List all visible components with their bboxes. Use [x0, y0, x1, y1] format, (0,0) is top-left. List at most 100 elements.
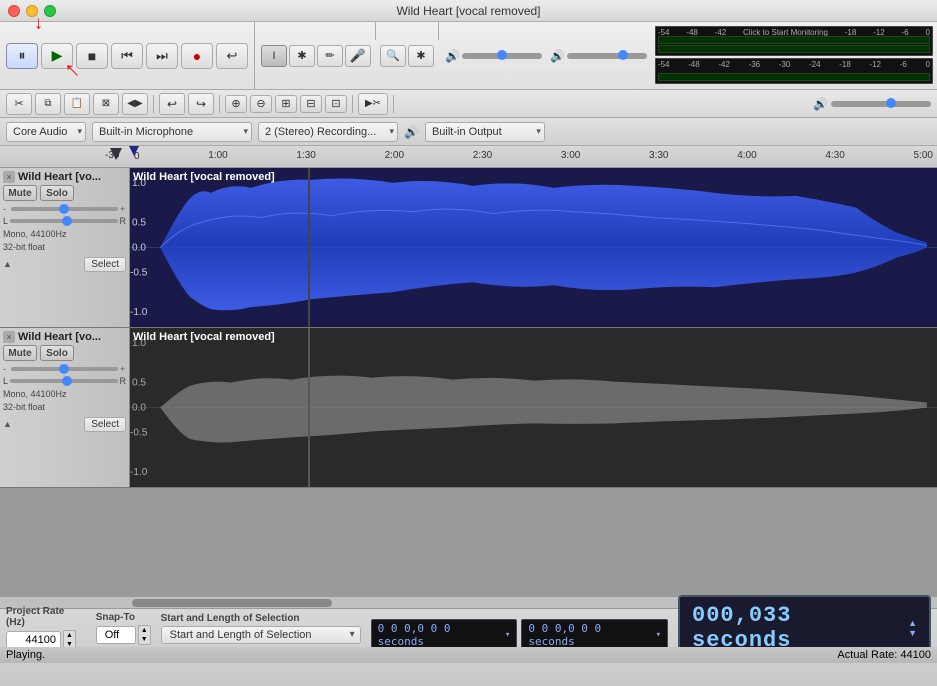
record-button[interactable]: ●	[181, 43, 213, 69]
track-2-right-label: R	[120, 376, 127, 386]
stop-button[interactable]: ■	[76, 43, 108, 69]
time-display-stepper[interactable]: ▲ ▼	[908, 618, 917, 638]
track-1-gain-slider[interactable]	[11, 207, 118, 211]
playback-volume-slider[interactable]	[831, 101, 931, 107]
track-2-select-button[interactable]: Select	[84, 417, 126, 432]
edit-toolbar: ✂ ⧉ 📋 ⊠ ◀▶ ↩ ↪ ⊕ ⊖ ⊞ ⊟ ⊡ ▶✂ 🔊	[0, 90, 937, 118]
play-button[interactable]: ▶ ↑	[41, 43, 73, 69]
reverse-button[interactable]: ◀▶	[122, 93, 148, 115]
ruler-mark-neg30: -30	[105, 150, 119, 161]
titlebar-buttons[interactable]	[8, 5, 56, 17]
scrollbar-thumb[interactable]	[132, 599, 332, 607]
maximize-button[interactable]	[44, 5, 56, 17]
copy-button[interactable]: ⧉	[35, 93, 61, 115]
audio-host-select[interactable]: Core Audio	[6, 122, 86, 142]
zoom-fit-button[interactable]: ⊞	[275, 95, 297, 113]
track-1-waveform-svg: 1.0 0.5 0.0 -0.5 -1.0	[130, 168, 937, 327]
output-device-select[interactable]: Built-in Output	[425, 122, 545, 142]
track-1-expand-arrow[interactable]: ▲	[3, 259, 12, 269]
snap-to-value[interactable]: Off	[96, 626, 136, 644]
bottom-meter-label-7: -18	[839, 60, 851, 69]
selection-type-select[interactable]: Start and Length of Selection Start and …	[161, 626, 361, 644]
zoom-in-button[interactable]: ⊕	[225, 95, 247, 113]
minimize-button[interactable]	[26, 5, 38, 17]
input-volume-slider[interactable]	[462, 53, 542, 59]
multi-tool-button[interactable]: ✱	[289, 45, 315, 67]
bottom-meter-label-6: -24	[809, 60, 821, 69]
track-1-right-label: R	[120, 216, 127, 226]
snap-to-stepper[interactable]: ▲ ▼	[138, 625, 151, 645]
cursor-tool-button[interactable]: I	[261, 45, 287, 67]
zoom-star-tool[interactable]: ✱	[408, 45, 434, 67]
zero-marker	[129, 146, 139, 156]
bottom-meter-label-3: -42	[718, 60, 730, 69]
track-2-pan-slider[interactable]	[10, 379, 117, 383]
svg-text:-0.5: -0.5	[130, 267, 148, 278]
playback-volume-thumb[interactable]	[886, 98, 896, 108]
mic-button[interactable]: 🎤	[345, 45, 371, 67]
audio-host-wrap: Core Audio	[6, 122, 86, 142]
track-2-gain-plus: +	[120, 364, 126, 374]
zoom-toggle-button[interactable]: ⊟	[300, 95, 322, 113]
pause-button[interactable]: ⏸	[6, 43, 38, 69]
track-1-left-label: L	[3, 216, 8, 226]
draw-tool-button[interactable]: ✏	[317, 45, 343, 67]
track-2-title: Wild Heart [vo...	[18, 331, 126, 343]
track-2-pan-thumb[interactable]	[62, 376, 72, 386]
track-1-waveform-title: Wild Heart [vocal removed]	[133, 171, 275, 183]
track-2-close[interactable]: ×	[3, 331, 15, 343]
loop-button[interactable]: ↩	[216, 43, 248, 69]
track-2-solo[interactable]: Solo	[40, 345, 74, 361]
track-1-pan-thumb[interactable]	[62, 216, 72, 226]
track-1-solo[interactable]: Solo	[40, 185, 74, 201]
track-2-mute[interactable]: Mute	[3, 345, 37, 361]
input-device-select[interactable]: Built-in Microphone	[92, 122, 252, 142]
bottom-meter-label-9: -6	[900, 60, 907, 69]
track-2-gain-thumb[interactable]	[59, 364, 69, 374]
track-2-waveform-svg: 1.0 0.5 0.0 -0.5 -1.0	[130, 328, 937, 487]
trim-button[interactable]: ⊠	[93, 93, 119, 115]
track-2-waveform[interactable]: Wild Heart [vocal removed] 1.0 0.5 0.0 -…	[130, 328, 937, 487]
ruler-mark-430: 4:30	[825, 150, 844, 162]
meter-channel-2	[658, 45, 930, 53]
track-1-mute[interactable]: Mute	[3, 185, 37, 201]
track-1-gain-minus: -	[3, 204, 9, 214]
undo-button[interactable]: ↩	[159, 93, 185, 115]
selection-start-arrow[interactable]: ▾	[505, 630, 510, 640]
tracks-area: × Wild Heart [vo... Mute Solo - + L R	[0, 168, 937, 596]
redo-button[interactable]: ↪	[188, 93, 214, 115]
bottom-meter-label-1: -54	[658, 60, 670, 69]
ruler-labels: -30 0 1:00 1:30 2:00 2:30 3:00 3:30 4:00…	[130, 150, 937, 162]
play-cut-button[interactable]: ▶✂	[358, 93, 388, 115]
cut-button[interactable]: ✂	[6, 93, 32, 115]
meter-channel-1	[658, 36, 930, 44]
track-1-gain-plus: +	[120, 204, 126, 214]
paste-button[interactable]: 📋	[64, 93, 90, 115]
zoom-sel-button[interactable]: ⊡	[325, 95, 347, 113]
output-volume-slider[interactable]	[567, 53, 647, 59]
track-2-expand-arrow[interactable]: ▲	[3, 419, 12, 429]
ruler-mark-230: 2:30	[473, 150, 492, 162]
input-volume-thumb[interactable]	[497, 50, 507, 60]
snap-to-label: Snap-To	[96, 612, 151, 623]
recording-channels-select[interactable]: 2 (Stereo) Recording...	[258, 122, 398, 142]
track-1-select-button[interactable]: Select	[84, 257, 126, 272]
output-volume-thumb[interactable]	[618, 50, 628, 60]
track-1-pan-slider[interactable]	[10, 219, 117, 223]
zoom-out-button[interactable]: ⊖	[250, 95, 272, 113]
svg-text:0.0: 0.0	[132, 243, 146, 254]
playback-volume-icon: 🔊	[813, 97, 828, 111]
ruler-mark-400: 4:00	[737, 150, 756, 162]
track-2-gain-slider[interactable]	[11, 367, 118, 371]
project-rate-section: Project Rate (Hz) 44100 ▲ ▼	[6, 606, 86, 650]
skip-back-button[interactable]: ⏮	[111, 43, 143, 69]
close-button[interactable]	[8, 5, 20, 17]
track-1-close[interactable]: ×	[3, 171, 15, 183]
skip-forward-button[interactable]: ⏭	[146, 43, 178, 69]
selection-end-arrow[interactable]: ▾	[656, 630, 661, 640]
track-1-waveform[interactable]: Wild Heart [vocal removed] 1.0 0.5 0.0 -…	[130, 168, 937, 327]
timeline-ruler[interactable]: -30 0 1:00 1:30 2:00 2:30 3:00 3:30 4:00…	[0, 146, 937, 168]
track-1-playhead	[308, 168, 310, 327]
zoom-in-tool[interactable]: 🔍	[380, 45, 406, 67]
track-1-gain-thumb[interactable]	[59, 204, 69, 214]
